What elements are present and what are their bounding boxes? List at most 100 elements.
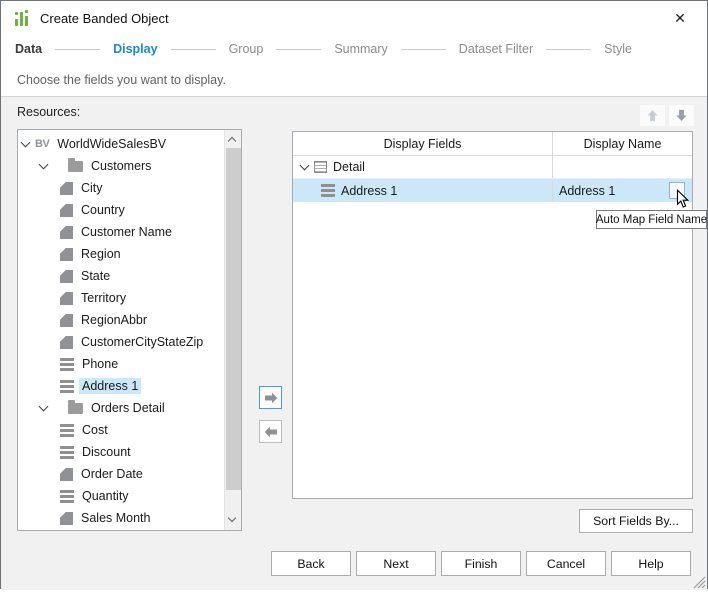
step-connector-line [55, 48, 101, 50]
tree-item-state[interactable]: State [18, 265, 224, 287]
move-down-button[interactable] [669, 105, 694, 126]
column-field-icon [60, 181, 73, 195]
column-field-icon [60, 203, 73, 217]
scroll-down-icon[interactable] [227, 513, 237, 523]
tree-item-label: Discount [82, 445, 131, 459]
next-button[interactable]: Next [356, 551, 436, 576]
mouse-cursor [676, 188, 690, 212]
column-header-display-name: Display Name [583, 136, 662, 151]
tree-item-address-1[interactable]: Address 1 [18, 375, 224, 397]
display-field-label: Address 1 [341, 183, 398, 198]
tree-item-regionabbr[interactable]: RegionAbbr [18, 309, 224, 331]
tree-item-label: Order Date [81, 467, 143, 481]
wizard-step-style[interactable]: Style [604, 42, 632, 56]
scrollbar-thumb[interactable] [226, 148, 241, 490]
scroll-up-icon[interactable] [227, 135, 237, 146]
text-field-icon [60, 357, 74, 371]
column-field-icon [60, 313, 73, 327]
resources-tree[interactable]: BV WorldWideSalesBV Customers City Country Cu… [17, 129, 242, 531]
tree-item-customer-name[interactable]: Customer Name [18, 221, 224, 243]
table-row-address-1[interactable]: Address 1 Address 1 [293, 179, 692, 202]
window-title: Create Banded Object [40, 10, 169, 26]
detail-band-icon [314, 161, 327, 173]
display-name-value[interactable]: Address 1 [559, 184, 615, 198]
tree-item-customercitystatezip[interactable]: CustomerCityStateZip [18, 331, 224, 353]
tree-item-orders-detail[interactable]: Orders Detail [18, 397, 224, 419]
cancel-button[interactable]: Cancel [526, 551, 606, 576]
text-field-icon [60, 379, 74, 393]
tree-item-label: Customer Name [81, 225, 172, 239]
tree-item-label: Phone [82, 357, 119, 371]
text-field-icon [60, 423, 74, 437]
help-button[interactable]: Help [611, 551, 691, 576]
right-arrow-icon [264, 392, 277, 403]
text-field-icon [321, 184, 335, 197]
finish-button[interactable]: Finish [441, 551, 521, 576]
column-field-icon [60, 269, 73, 283]
chevron-down-icon[interactable] [20, 137, 31, 148]
dialog-content: Resources: BV WorldWideSalesBV Customers Ci… [1, 97, 707, 590]
column-field-icon [60, 335, 73, 349]
left-arrow-icon [264, 426, 277, 437]
wizard-step-data[interactable]: Data [15, 42, 42, 56]
wizard-step-summary[interactable]: Summary [334, 42, 387, 56]
wizard-step-dataset-filter[interactable]: Dataset Filter [459, 42, 533, 56]
create-banded-object-dialog: { "window": { "title": "Create Banded Ob… [0, 0, 708, 590]
tree-item-sales-month[interactable]: Sales Month [18, 507, 224, 529]
tree-rows: BV WorldWideSalesBV Customers City Country Cu… [18, 133, 224, 529]
tree-item-discount[interactable]: Discount [18, 441, 224, 463]
tree-item-order-date[interactable]: Order Date [18, 463, 224, 485]
back-button[interactable]: Back [271, 551, 351, 576]
tree-item-label: CustomerCityStateZip [81, 335, 204, 349]
tree-item-label: Territory [81, 291, 127, 305]
display-fields-table[interactable]: Display Fields Display Name Detail Addres… [292, 131, 693, 499]
tree-item-label: Address 1 [79, 378, 142, 394]
tree-item-country[interactable]: Country [18, 199, 224, 221]
tree-item-phone[interactable]: Phone [18, 353, 224, 375]
column-field-icon [60, 467, 73, 481]
table-row-detail[interactable]: Detail [293, 156, 692, 179]
app-logo-bar-chart-icon [15, 10, 32, 26]
table-body: Detail Address 1 Address 1 [293, 156, 692, 202]
close-icon[interactable]: ✕ [669, 8, 691, 28]
step-connector-line [170, 48, 216, 50]
step-connector-line [400, 48, 446, 50]
tree-item-label: WorldWideSalesBV [57, 137, 167, 151]
tree-item-city[interactable]: City [18, 177, 224, 199]
tree-item-label: State [81, 269, 111, 283]
text-field-icon [60, 489, 74, 503]
folder-icon [68, 157, 83, 172]
move-up-button[interactable] [640, 105, 665, 126]
tree-item-quantity[interactable]: Quantity [18, 485, 224, 507]
resources-label: Resources: [17, 105, 81, 119]
reorder-buttons [640, 105, 694, 126]
folder-icon [68, 399, 83, 414]
wizard-step-group[interactable]: Group [229, 42, 264, 56]
resize-grip[interactable] [693, 576, 706, 589]
automap-tooltip: Auto Map Field Name [596, 210, 707, 229]
sort-fields-by-button[interactable]: Sort Fields By... [579, 509, 693, 533]
chevron-down-icon[interactable] [38, 401, 49, 412]
tree-item-label: Customers [91, 159, 152, 173]
up-arrow-icon [647, 110, 658, 122]
chevron-down-icon[interactable] [38, 159, 49, 170]
tree-item-cost[interactable]: Cost [18, 419, 224, 441]
text-field-icon [60, 445, 74, 459]
column-field-icon [60, 225, 73, 239]
chevron-down-icon[interactable] [299, 160, 310, 171]
wizard-step-description: Choose the fields you want to display. [17, 72, 226, 87]
step-connector-line [546, 48, 592, 50]
footer-buttons: Back Next Finish Cancel Help [271, 551, 691, 576]
business-view-icon: BV [35, 138, 50, 150]
column-header-display-fields: Display Fields [293, 132, 553, 155]
remove-field-button[interactable] [259, 420, 282, 443]
wizard-step-display[interactable]: Display [113, 42, 157, 56]
tree-scrollbar[interactable] [224, 130, 241, 530]
column-field-icon [60, 511, 73, 525]
tree-item-region[interactable]: Region [18, 243, 224, 265]
tree-item-customers[interactable]: Customers [18, 155, 224, 177]
tree-item-territory[interactable]: Territory [18, 287, 224, 309]
subtitle-row: Choose the fields you want to display. [1, 63, 707, 97]
tree-item-worldwidesalesbv[interactable]: BV WorldWideSalesBV [18, 133, 224, 155]
add-field-button[interactable] [259, 386, 282, 409]
